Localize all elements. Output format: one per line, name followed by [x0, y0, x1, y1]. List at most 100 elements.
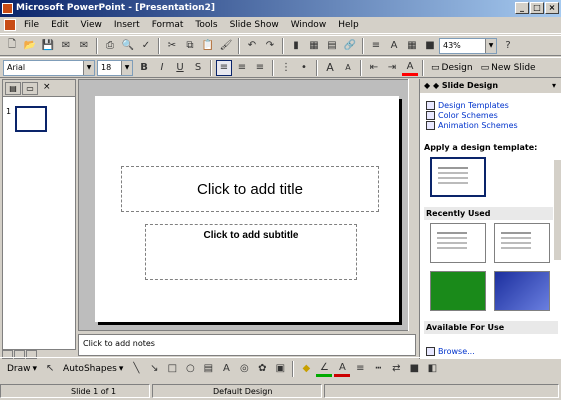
- dash-style-icon[interactable]: ┅: [370, 361, 386, 377]
- print-icon[interactable]: ⎙: [102, 38, 118, 54]
- font-combo[interactable]: Arial ▼: [3, 59, 95, 76]
- align-center-icon[interactable]: ≡: [234, 60, 250, 76]
- font-size-combo[interactable]: 18 ▼: [97, 59, 133, 76]
- menu-insert[interactable]: Insert: [108, 17, 146, 34]
- chevron-down-icon[interactable]: ▼: [485, 38, 496, 53]
- show-formatting-icon[interactable]: A: [386, 38, 402, 54]
- document-icon[interactable]: [4, 19, 16, 31]
- design-template-recent-1[interactable]: [430, 223, 486, 263]
- line-style-icon[interactable]: ≡: [352, 361, 368, 377]
- 3d-style-icon[interactable]: ◧: [424, 361, 440, 377]
- new-icon[interactable]: 🗋: [4, 38, 20, 54]
- oval-icon[interactable]: ○: [182, 361, 198, 377]
- permission-icon[interactable]: ✉: [58, 38, 74, 54]
- menu-help[interactable]: Help: [332, 17, 365, 34]
- close-button[interactable]: ×: [545, 2, 559, 14]
- title-placeholder[interactable]: Click to add title: [121, 166, 379, 212]
- open-icon[interactable]: 📂: [22, 38, 38, 54]
- notes-pane[interactable]: Click to add notes: [78, 334, 416, 356]
- clipart-icon[interactable]: ✿: [254, 361, 270, 377]
- design-template-current[interactable]: [430, 157, 486, 197]
- increase-indent-icon[interactable]: ⇥: [384, 60, 400, 76]
- line-icon[interactable]: ╲: [128, 361, 144, 377]
- font-color-icon[interactable]: A: [402, 60, 418, 76]
- decrease-font-button[interactable]: A: [340, 60, 356, 76]
- line-color-icon[interactable]: ∠: [316, 361, 333, 377]
- grid-icon[interactable]: ▦: [404, 38, 420, 54]
- chevron-down-icon[interactable]: ▼: [121, 60, 132, 75]
- redo-icon[interactable]: ↷: [262, 38, 278, 54]
- underline-button[interactable]: U: [172, 60, 188, 76]
- tab-slides[interactable]: ▭: [22, 82, 38, 95]
- menu-format[interactable]: Format: [146, 17, 190, 34]
- maximize-button[interactable]: □: [530, 2, 544, 14]
- align-right-icon[interactable]: ≡: [252, 60, 268, 76]
- format-painter-icon[interactable]: 🖌: [218, 38, 234, 54]
- menu-view[interactable]: View: [75, 17, 108, 34]
- animation-schemes-link[interactable]: Animation Schemes: [426, 121, 518, 130]
- undo-icon[interactable]: ↶: [244, 38, 260, 54]
- italic-button[interactable]: I: [154, 60, 170, 76]
- bullets-icon[interactable]: •: [296, 60, 312, 76]
- tab-outline[interactable]: ▤: [5, 82, 21, 95]
- select-objects-icon[interactable]: ↖: [42, 361, 58, 377]
- font-color-icon[interactable]: A: [334, 361, 351, 377]
- design-label: Design: [441, 62, 473, 73]
- shadow-button[interactable]: S: [190, 60, 206, 76]
- increase-font-button[interactable]: A: [322, 60, 338, 76]
- insert-table-icon[interactable]: ▦: [306, 38, 322, 54]
- design-button[interactable]: ▭ Design: [431, 63, 473, 73]
- arrow-style-icon[interactable]: ⇄: [388, 361, 404, 377]
- color-grayscale-icon[interactable]: ■: [422, 38, 438, 54]
- print-preview-icon[interactable]: 🔍: [120, 38, 136, 54]
- bold-button[interactable]: B: [136, 60, 152, 76]
- design-template-blue[interactable]: [494, 271, 550, 311]
- copy-icon[interactable]: ⧉: [182, 38, 198, 54]
- design-template-green[interactable]: [430, 271, 486, 311]
- new-slide-button[interactable]: ▭ New Slide: [481, 63, 536, 73]
- shadow-style-icon[interactable]: ■: [406, 361, 422, 377]
- textbox-icon[interactable]: ▤: [200, 361, 216, 377]
- rectangle-icon[interactable]: □: [164, 361, 180, 377]
- minimize-button[interactable]: _: [515, 2, 529, 14]
- menu-slide-show[interactable]: Slide Show: [224, 17, 285, 34]
- back-icon[interactable]: ◆ ◆: [424, 81, 442, 90]
- menu-edit[interactable]: Edit: [45, 17, 74, 34]
- hyperlink-icon[interactable]: 🔗: [342, 38, 358, 54]
- zoom-combo[interactable]: 43% ▼: [439, 37, 497, 54]
- chevron-down-icon[interactable]: ▾: [552, 79, 556, 93]
- menu-file[interactable]: File: [18, 17, 45, 34]
- chevron-down-icon[interactable]: ▼: [83, 60, 94, 75]
- tables-borders-icon[interactable]: ▤: [324, 38, 340, 54]
- slide-canvas[interactable]: Click to add title Click to add subtitle: [95, 96, 399, 322]
- diagram-icon[interactable]: ◎: [236, 361, 252, 377]
- close-icon[interactable]: ×: [43, 82, 51, 92]
- draw-menu[interactable]: Draw ▾: [7, 364, 37, 374]
- design-templates-link[interactable]: Design Templates: [426, 101, 509, 110]
- design-template-recent-2[interactable]: [494, 223, 550, 263]
- email-icon[interactable]: ✉: [76, 38, 92, 54]
- color-schemes-link[interactable]: Color Schemes: [426, 111, 498, 120]
- task-pane-scrollbar[interactable]: [553, 160, 561, 260]
- paste-icon[interactable]: 📋: [200, 38, 216, 54]
- autoshapes-menu[interactable]: AutoShapes ▾: [63, 364, 123, 374]
- fill-color-icon[interactable]: ◆: [298, 361, 314, 377]
- arrow-icon[interactable]: ↘: [146, 361, 162, 377]
- picture-icon[interactable]: ▣: [272, 361, 288, 377]
- wordart-icon[interactable]: A: [218, 361, 234, 377]
- decrease-indent-icon[interactable]: ⇤: [366, 60, 382, 76]
- menu-tools[interactable]: Tools: [189, 17, 223, 34]
- spelling-icon[interactable]: ✓: [138, 38, 154, 54]
- align-left-icon[interactable]: ≡: [216, 59, 232, 76]
- expand-all-icon[interactable]: ≡: [368, 38, 384, 54]
- save-icon[interactable]: 💾: [40, 38, 56, 54]
- menu-window[interactable]: Window: [285, 17, 333, 34]
- numbering-icon[interactable]: ⋮: [278, 60, 294, 76]
- vertical-scrollbar[interactable]: [408, 79, 416, 331]
- slide-thumbnail[interactable]: [15, 106, 47, 132]
- insert-chart-icon[interactable]: ▮: [288, 38, 304, 54]
- cut-icon[interactable]: ✂: [164, 38, 180, 54]
- help-icon[interactable]: ?: [500, 38, 516, 54]
- subtitle-placeholder[interactable]: Click to add subtitle: [145, 224, 357, 280]
- browse-link[interactable]: Browse...: [426, 347, 475, 356]
